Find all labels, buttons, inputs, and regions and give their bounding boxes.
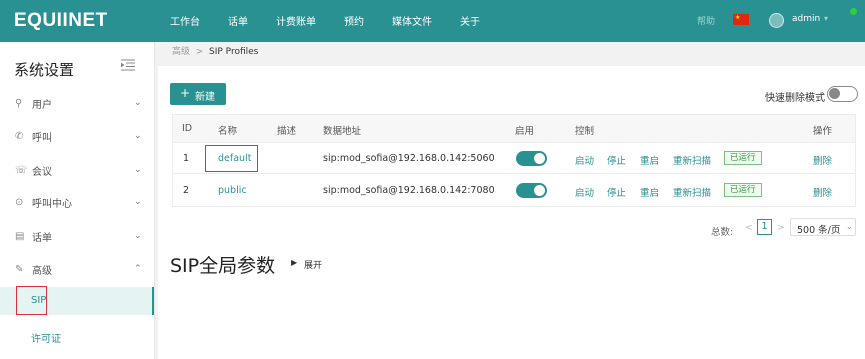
avatar[interactable] xyxy=(769,13,784,28)
china-flag-icon[interactable]: ★ xyxy=(733,14,749,25)
sidebar-title: 系统设置 xyxy=(14,61,75,79)
nav-item-cdr[interactable]: 话单 xyxy=(228,13,248,28)
new-button-label: 新建 xyxy=(195,92,215,103)
header-description: 描述 xyxy=(277,126,297,137)
header-name: 名称 xyxy=(218,126,238,137)
sidebar-subitem-license[interactable]: 许可证 xyxy=(0,322,154,350)
sidebar-item-label: 呼叫 xyxy=(32,132,52,144)
start-button[interactable]: 启动 xyxy=(575,185,594,199)
chevron-down-icon: ⌄ xyxy=(134,197,142,207)
enabled-toggle[interactable] xyxy=(516,151,547,166)
expand-link[interactable]: 展开 xyxy=(304,258,322,271)
table-row: 2 public sip:mod_sofia@192.168.0.142:708… xyxy=(173,175,855,206)
table-row: 1 default sip:mod_sofia@192.168.0.142:50… xyxy=(173,143,855,174)
chevron-down-icon: ⌄ xyxy=(134,131,142,141)
sidebar-item-label: 高级 xyxy=(32,265,52,277)
user-icon: ⚲ xyxy=(15,97,23,109)
header-control: 控制 xyxy=(575,126,595,137)
header-id: ID xyxy=(182,123,193,134)
chevron-left-icon[interactable]: < xyxy=(745,223,753,233)
chevron-down-icon: ⌄ xyxy=(134,231,142,241)
highlight-box-default xyxy=(205,145,258,172)
main-content xyxy=(158,66,865,359)
wrench-icon: ✎ xyxy=(15,263,24,275)
sip-profiles-table: ID 名称 描述 数据地址 启用 控制 操作 1 default sip:mod… xyxy=(172,114,856,207)
header-actions: 操作 xyxy=(813,126,833,137)
cell-id: 2 xyxy=(183,185,190,196)
delete-button[interactable]: 删除 xyxy=(813,153,832,167)
delete-button[interactable]: 删除 xyxy=(813,185,832,199)
pager-current-page[interactable]: 1 xyxy=(757,219,772,235)
conference-icon: ☏ xyxy=(15,164,28,176)
logo[interactable]: EQUIINET xyxy=(14,10,108,32)
chevron-down-icon[interactable]: ▾ xyxy=(824,14,828,23)
page-size-value: 500 条/页 xyxy=(797,225,841,236)
breadcrumb-parent[interactable]: 高级 xyxy=(172,47,190,57)
sidebar-item-callcenter[interactable]: ⊙ 呼叫中心 ⌄ xyxy=(0,191,154,213)
caret-right-icon[interactable]: ▶ xyxy=(291,258,297,267)
breadcrumb-current: SIP Profiles xyxy=(209,47,259,57)
username[interactable]: admin xyxy=(792,14,820,24)
highlight-box-sip xyxy=(16,286,47,315)
rescan-button[interactable]: 重新扫描 xyxy=(673,153,711,167)
breadcrumb-separator: > xyxy=(195,47,204,57)
phone-icon: ✆ xyxy=(15,130,24,142)
chevron-down-icon: ⌄ xyxy=(134,98,142,108)
sidebar-item-cdr[interactable]: ▤ 话单 ⌄ xyxy=(0,225,154,247)
quick-delete-label: 快速删除模式 xyxy=(765,93,825,104)
start-button[interactable]: 启动 xyxy=(575,153,594,167)
sidebar-item-users[interactable]: ⚲ 用户 ⌄ xyxy=(0,92,154,114)
headset-icon: ⊙ xyxy=(15,196,24,208)
restart-button[interactable]: 重启 xyxy=(640,185,659,199)
pager-total-label: 总数: xyxy=(711,227,734,238)
top-navbar: EQUIINET 工作台 话单 计费账单 预约 媒体文件 关于 帮助 ★ adm… xyxy=(0,0,865,42)
nav-item-billing[interactable]: 计费账单 xyxy=(276,13,316,28)
sidebar-item-label: 话单 xyxy=(32,232,52,244)
page-size-select[interactable]: 500 条/页 ⌄ xyxy=(790,218,856,236)
header-db-address: 数据地址 xyxy=(323,126,362,137)
enabled-toggle[interactable] xyxy=(516,183,547,198)
nav-item-media[interactable]: 媒体文件 xyxy=(392,13,432,28)
sidebar-item-calls[interactable]: ✆ 呼叫 ⌄ xyxy=(0,125,154,147)
rescan-button[interactable]: 重新扫描 xyxy=(673,185,711,199)
nav-item-about[interactable]: 关于 xyxy=(460,13,480,28)
profile-name-link[interactable]: public xyxy=(218,185,247,196)
cell-id: 1 xyxy=(183,153,190,164)
online-status-indicator xyxy=(850,8,857,15)
nav-item-booking[interactable]: 预约 xyxy=(344,13,364,28)
table-header: ID 名称 描述 数据地址 启用 控制 操作 xyxy=(173,115,855,143)
header-enabled: 启用 xyxy=(515,126,535,137)
cell-db-address: sip:mod_sofia@192.168.0.142:5060 xyxy=(323,153,495,164)
cdr-icon: ▤ xyxy=(15,230,25,242)
quick-delete-toggle[interactable] xyxy=(827,86,858,102)
chevron-down-icon: ⌄ xyxy=(846,222,853,231)
plus-icon: + xyxy=(180,86,191,100)
sidebar-item-advanced[interactable]: ✎ 高级 ⌃ xyxy=(0,258,154,280)
new-button[interactable]: + 新建 xyxy=(170,83,226,105)
chevron-up-icon: ⌃ xyxy=(134,264,142,274)
chevron-down-icon: ⌄ xyxy=(134,165,142,175)
status-badge: 已运行 xyxy=(724,151,762,165)
sidebar-item-label: 呼叫中心 xyxy=(32,198,72,210)
status-badge: 已运行 xyxy=(724,183,762,197)
sidebar-item-label: 会议 xyxy=(32,166,52,178)
menu-collapse-icon[interactable] xyxy=(121,59,135,71)
restart-button[interactable]: 重启 xyxy=(640,153,659,167)
sip-global-params-title: SIP全局参数 xyxy=(170,255,276,277)
chevron-right-icon[interactable]: > xyxy=(777,223,785,233)
cell-db-address: sip:mod_sofia@192.168.0.142:7080 xyxy=(323,185,495,196)
nav-item-dashboard[interactable]: 工作台 xyxy=(170,13,200,28)
help-link[interactable]: 帮助 xyxy=(697,14,715,27)
sidebar-subitem-label: 许可证 xyxy=(31,334,61,345)
main-nav: 工作台 话单 计费账单 预约 媒体文件 关于 xyxy=(170,13,508,28)
stop-button[interactable]: 停止 xyxy=(607,185,626,199)
breadcrumb: 高级 > SIP Profiles xyxy=(172,44,258,57)
sidebar-item-conference[interactable]: ☏ 会议 ⌄ xyxy=(0,159,154,181)
sidebar-item-label: 用户 xyxy=(32,99,52,111)
stop-button[interactable]: 停止 xyxy=(607,153,626,167)
